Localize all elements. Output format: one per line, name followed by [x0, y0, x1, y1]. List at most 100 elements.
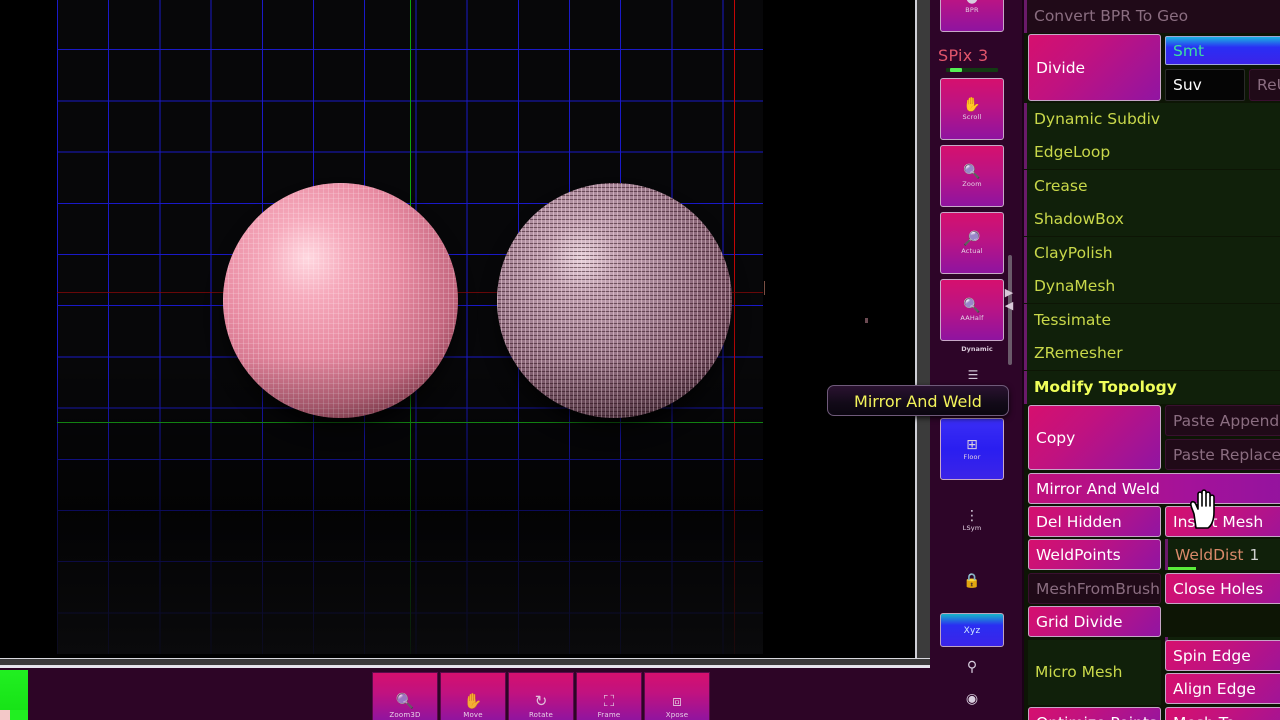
vtool-aahalf[interactable]: 🔍 AAHalf	[940, 279, 1004, 341]
menu-item-crease[interactable]: Crease	[1024, 170, 1280, 203]
vtool-globe[interactable]: ◉	[940, 687, 1004, 711]
spix-label: SPix 3	[938, 46, 989, 65]
menu-item-claypolish[interactable]: ClayPolish	[1024, 237, 1280, 270]
smt-toggle[interactable]: Smt	[1165, 36, 1280, 65]
axis-x-red	[734, 0, 735, 654]
bottom-tool-label: Xpose	[665, 711, 689, 719]
meshfrombrush-button[interactable]: MeshFromBrush	[1028, 573, 1161, 604]
welddist-slider[interactable]: WeldDist 1	[1165, 539, 1280, 570]
vtool-label: LSym	[962, 523, 982, 532]
insert-mesh-button[interactable]: Insert Mesh	[1165, 506, 1280, 537]
spin-edge-button[interactable]: Spin Edge	[1165, 640, 1280, 671]
move-hand-icon: ✋	[463, 692, 483, 710]
canvas-bottom-strip	[0, 658, 930, 666]
bottom-tool-label: Zoom3D	[389, 711, 421, 719]
vtool-perspective[interactable]: ⚲	[940, 655, 1004, 679]
weldpoints-button[interactable]: WeldPoints	[1028, 539, 1161, 570]
magnifier-half-icon: 🔍	[963, 297, 981, 314]
sphere-left-wireframe	[223, 183, 458, 418]
zbrush-window: 🔍 Zoom3D ✋ Move ↻ Rotate ⛶ Frame ⧈ Xpose	[0, 0, 1280, 720]
spix-slider-knob[interactable]	[950, 68, 962, 72]
welddist-fill	[1168, 567, 1196, 570]
hand-cursor-icon	[1189, 489, 1215, 529]
axis-floor-green	[57, 422, 763, 423]
align-edge-button[interactable]: Align Edge	[1165, 673, 1280, 704]
geometry-panel: Convert BPR To Geo Divide Smt Suv ReUV D…	[1024, 0, 1280, 720]
bottom-tool-move[interactable]: ✋ Move	[440, 672, 506, 720]
vtool-lsym[interactable]: ⋮ LSym	[940, 505, 1004, 535]
grid-divide-button[interactable]: Grid Divide	[1028, 606, 1161, 637]
vtool-label: Scroll	[962, 112, 982, 121]
scroll-hand-icon: ✋	[963, 96, 981, 113]
bottom-tool-frame[interactable]: ⛶ Frame	[576, 672, 642, 720]
vtool-scroll[interactable]: ✋ Scroll	[940, 78, 1004, 140]
vtool-label: Actual	[961, 246, 983, 255]
color-swatch-main[interactable]	[10, 710, 28, 720]
bottom-tool-xpose[interactable]: ⧈ Xpose	[644, 672, 710, 720]
canvas-speck	[865, 318, 868, 323]
tooltip: Mirror And Weld	[827, 385, 1009, 416]
micro-mesh-button[interactable]: Micro Mesh	[1028, 640, 1161, 705]
rotate-icon: ↻	[534, 692, 548, 710]
vtool-label: Zoom	[962, 179, 982, 188]
menu-item-modify-topology[interactable]: Modify Topology	[1024, 371, 1280, 404]
sphere-left[interactable]	[223, 183, 458, 418]
copy-button[interactable]: Copy	[1028, 405, 1161, 470]
zoom3d-icon: 🔍	[395, 692, 415, 710]
divide-button[interactable]: Divide	[1028, 34, 1161, 101]
bottom-tool-label: Rotate	[528, 711, 554, 719]
vtool-bpr[interactable]: ● BPR	[940, 0, 1004, 32]
mirror-and-weld-button[interactable]: Mirror And Weld	[1028, 473, 1280, 504]
sphere-right[interactable]	[497, 183, 732, 418]
vtool-xyz[interactable]: Xyz	[940, 613, 1004, 647]
color-swatch-alt[interactable]	[0, 710, 10, 720]
suv-toggle[interactable]: Suv	[1165, 69, 1245, 101]
del-hidden-button[interactable]: Del Hidden	[1028, 506, 1161, 537]
canvas-speck-2	[764, 281, 765, 295]
menu-item-zremesher[interactable]: ZRemesher	[1024, 337, 1280, 370]
vtool-label: BPR	[965, 5, 979, 14]
mouse-cursor	[1186, 488, 1222, 530]
lock-icon: 🔒	[963, 573, 981, 589]
paste-replace-button[interactable]: Paste Replace	[1165, 439, 1280, 470]
bottom-tool-zoom3d[interactable]: 🔍 Zoom3D	[372, 672, 438, 720]
paste-append-button[interactable]: Paste Append	[1165, 405, 1280, 436]
welddist-value: 1	[1249, 545, 1260, 564]
frame-icon: ⛶	[603, 692, 615, 710]
color-swatch[interactable]	[0, 670, 28, 710]
menu-item-edgeloop[interactable]: EdgeLoop	[1024, 136, 1280, 169]
vtool-label: Xyz	[963, 625, 981, 636]
mesh-to-button[interactable]: Mesh To...	[1165, 707, 1280, 720]
vtool-floor[interactable]: ⊞ Floor	[940, 418, 1004, 480]
vtool-lock[interactable]: 🔒	[940, 566, 1004, 596]
optimize-points-button[interactable]: Optimize Points	[1028, 707, 1161, 720]
canvas-left-margin	[0, 0, 57, 658]
vtool-actual[interactable]: 🔎 Actual	[940, 212, 1004, 274]
panel-collapse-arrow[interactable]: ▶ ◀	[1002, 286, 1016, 314]
reuv-toggle[interactable]: ReUV	[1249, 69, 1280, 101]
bottom-tool-rotate[interactable]: ↻ Rotate	[508, 672, 574, 720]
menu-item-tessimate[interactable]: Tessimate	[1024, 304, 1280, 337]
close-holes-button[interactable]: Close Holes	[1165, 573, 1280, 604]
menu-item-shadowbox[interactable]: ShadowBox	[1024, 203, 1280, 236]
canvas-area[interactable]	[0, 0, 930, 658]
vtool-zoom[interactable]: 🔍 Zoom	[940, 145, 1004, 207]
vtool-label: AAHalf	[960, 313, 984, 322]
sphere-right-wireframe	[497, 183, 732, 418]
menu-item-dynamesh[interactable]: DynaMesh	[1024, 270, 1280, 303]
bottom-tool-label: Frame	[597, 711, 621, 719]
welddist-label: WeldDist	[1175, 545, 1244, 564]
canvas-right-margin	[763, 0, 930, 658]
menu-item-dynamic-subdiv[interactable]: Dynamic Subdiv	[1024, 103, 1280, 136]
frame-lines-icon[interactable]: ☰	[960, 368, 986, 382]
viewport-3d[interactable]	[57, 0, 763, 654]
xpose-icon: ⧈	[672, 692, 682, 710]
sphere-render-icon: ●	[966, 0, 978, 5]
floor-grid-icon: ⊞	[966, 436, 978, 453]
menu-item-convert-bpr-to-geo[interactable]: Convert BPR To Geo	[1024, 0, 1280, 33]
perspective-icon: ⚲	[966, 659, 978, 675]
magnifier-plus-icon: 🔍	[963, 163, 981, 180]
vtool-label: Floor	[963, 452, 981, 461]
canvas-gutter	[917, 0, 930, 658]
bottom-tool-group: 🔍 Zoom3D ✋ Move ↻ Rotate ⛶ Frame ⧈ Xpose	[372, 672, 710, 720]
